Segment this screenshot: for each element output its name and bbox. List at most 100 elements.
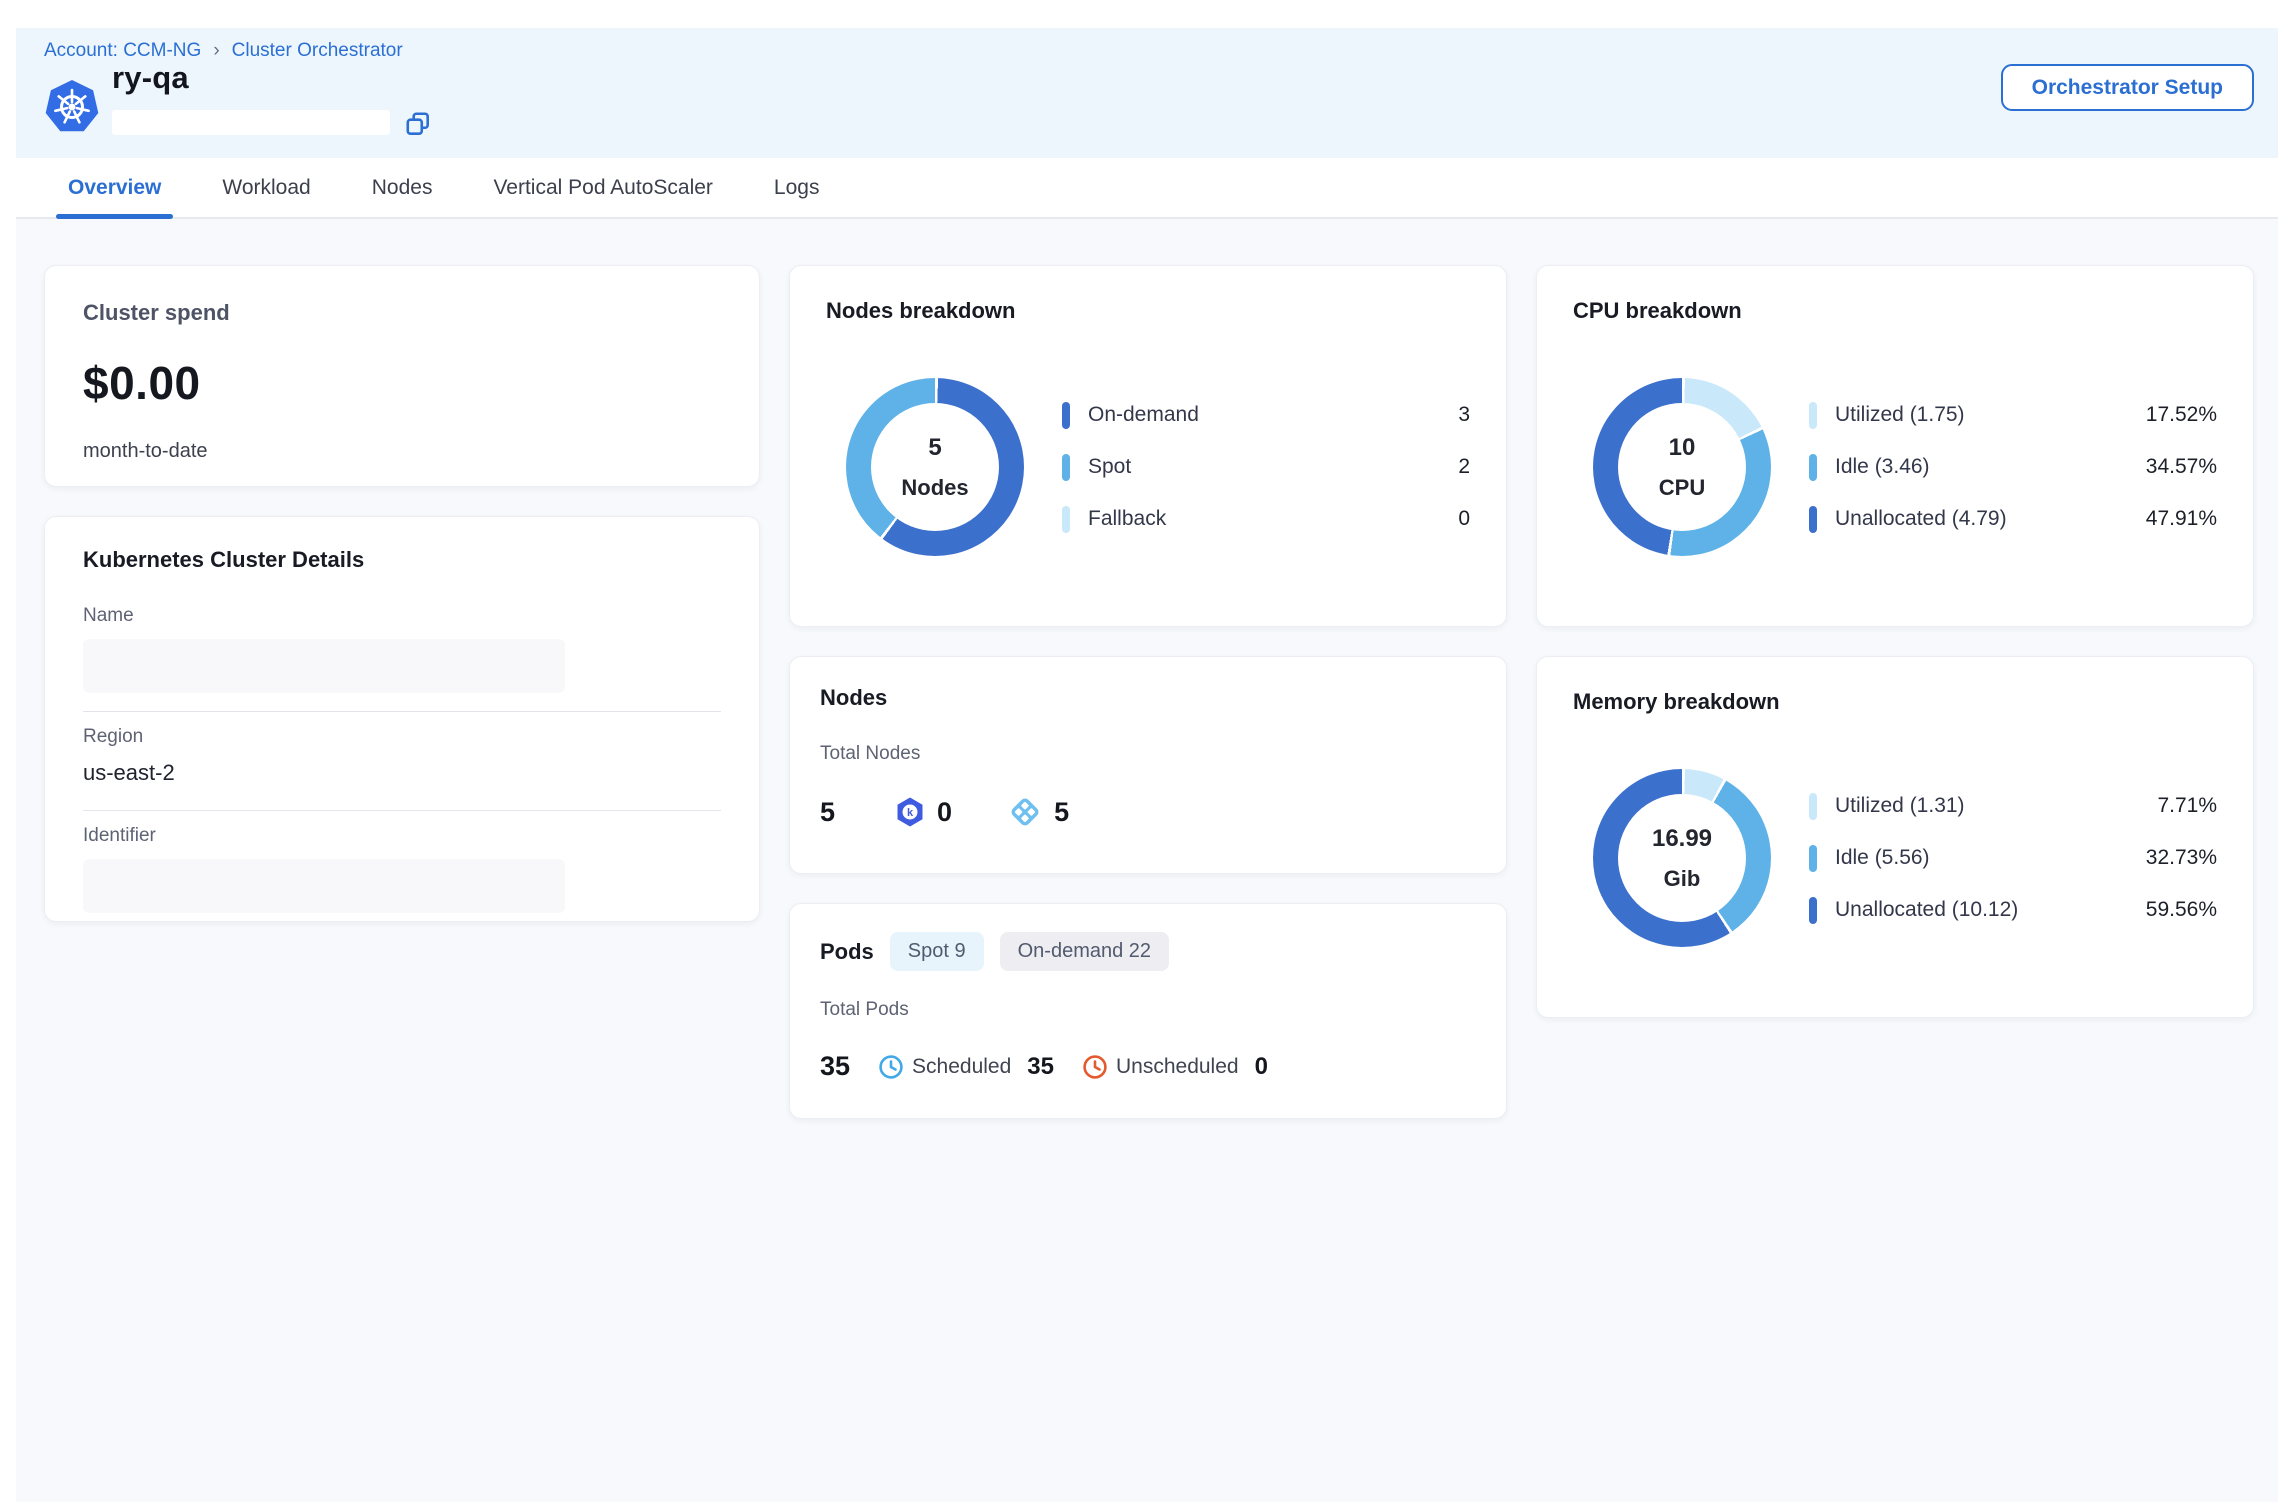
memory-idle-marker (1809, 845, 1817, 872)
scheduled-label: Scheduled (912, 1055, 1011, 1079)
memory-idle-value: 32.73% (2127, 846, 2217, 870)
legend-row: Idle (3.46) 34.57% (1809, 452, 2217, 482)
cluster-details-title: Kubernetes Cluster Details (83, 547, 721, 573)
memory-donut-chart: 16.99 Gib (1593, 769, 1771, 947)
spot-label: Spot (1088, 455, 1380, 479)
memory-donut-center-value: 16.99 (1652, 825, 1712, 853)
on-demand-pods-badge: On-demand 22 (1000, 932, 1169, 971)
fallback-marker (1062, 506, 1070, 533)
memory-breakdown-legend: Utilized (1.31) 7.71% Idle (5.56) 32.73%… (1809, 791, 2217, 925)
unscheduled-clock-icon (1082, 1054, 1108, 1080)
nodes-breakdown-legend: On-demand 3 Spot 2 Fallback 0 (1062, 400, 1470, 534)
tab-workload[interactable]: Workload (210, 158, 322, 217)
pods-card: Pods Spot 9 On-demand 22 Total Pods 35 S… (789, 903, 1507, 1119)
memory-unallocated-label: Unallocated (10.12) (1835, 898, 2127, 922)
memory-donut-center-label: Gib (1664, 866, 1701, 892)
breadcrumb: Account: CCM-NG › Cluster Orchestrator (44, 40, 403, 62)
cpu-breakdown-legend: Utilized (1.75) 17.52% Idle (3.46) 34.57… (1809, 400, 2217, 534)
divider (83, 711, 721, 712)
cpu-breakdown-card: CPU breakdown 10 CPU Utilized (1.75) 17.… (1536, 265, 2254, 627)
legend-row: On-demand 3 (1062, 400, 1470, 430)
cpu-idle-marker (1809, 454, 1817, 481)
unscheduled-label: Unscheduled (1116, 1055, 1239, 1079)
pool-nodes-value: 5 (1054, 797, 1069, 828)
nodes-donut-center-label: Nodes (901, 475, 968, 501)
page-title: ry-qa (112, 60, 189, 96)
identifier-value-redacted (83, 859, 565, 913)
svg-text:k: k (907, 807, 914, 819)
on-demand-value: 3 (1380, 403, 1470, 427)
cpu-unallocated-marker (1809, 506, 1817, 533)
cluster-details-card: Kubernetes Cluster Details Name Region u… (44, 516, 760, 922)
memory-breakdown-card: Memory breakdown 16.99 Gib Utilized (1.3… (1536, 656, 2254, 1018)
memory-idle-label: Idle (5.56) (1835, 846, 2127, 870)
cpu-idle-value: 34.57% (2127, 455, 2217, 479)
memory-utilized-value: 7.71% (2127, 794, 2217, 818)
tab-vertical-pod-autoscaler[interactable]: Vertical Pod AutoScaler (481, 158, 724, 217)
copy-icon[interactable] (404, 110, 432, 138)
total-nodes-value: 5 (820, 797, 835, 828)
legend-row: Utilized (1.75) 17.52% (1809, 400, 2217, 430)
memory-breakdown-title: Memory breakdown (1573, 689, 2217, 715)
total-pods-value: 35 (820, 1051, 850, 1082)
name-value-redacted (83, 639, 565, 693)
memory-unallocated-value: 59.56% (2127, 898, 2217, 922)
kubernetes-logo-icon (44, 78, 100, 136)
cpu-utilized-marker (1809, 402, 1817, 429)
breadcrumb-separator-icon: › (213, 40, 219, 62)
cpu-unallocated-value: 47.91% (2127, 507, 2217, 531)
karpenter-icon: k (895, 796, 925, 828)
tab-nodes[interactable]: Nodes (360, 158, 445, 217)
cluster-spend-title: Cluster spend (83, 300, 721, 326)
cpu-donut-center-value: 10 (1669, 434, 1696, 462)
breadcrumb-current-link[interactable]: Cluster Orchestrator (232, 40, 403, 62)
node-pool-icon (1008, 795, 1042, 829)
cpu-utilized-value: 17.52% (2127, 403, 2217, 427)
cpu-unallocated-label: Unallocated (4.79) (1835, 507, 2127, 531)
total-pods-label: Total Pods (820, 999, 1476, 1021)
divider (83, 810, 721, 811)
legend-row: Fallback 0 (1062, 504, 1470, 534)
name-label: Name (83, 605, 721, 627)
nodes-breakdown-card: Nodes breakdown 5 Nodes On-demand 3 (789, 265, 1507, 627)
unscheduled-value: 0 (1255, 1053, 1268, 1081)
fallback-label: Fallback (1088, 507, 1380, 531)
cluster-spend-amount: $0.00 (83, 356, 721, 410)
overview-content: Cluster spend $0.00 month-to-date Kubern… (16, 219, 2278, 1502)
cpu-donut-chart: 10 CPU (1593, 378, 1771, 556)
cpu-donut-center-label: CPU (1659, 475, 1705, 501)
nodes-summary-title: Nodes (820, 685, 1476, 711)
region-label: Region (83, 726, 721, 748)
tab-bar: Overview Workload Nodes Vertical Pod Aut… (16, 158, 2278, 219)
scheduled-value: 35 (1027, 1053, 1054, 1081)
spot-value: 2 (1380, 455, 1470, 479)
fallback-value: 0 (1380, 507, 1470, 531)
tab-logs[interactable]: Logs (762, 158, 832, 217)
nodes-donut-chart: 5 Nodes (846, 378, 1024, 556)
memory-utilized-label: Utilized (1.31) (1835, 794, 2127, 818)
breadcrumb-account-link[interactable]: Account: CCM-NG (44, 40, 201, 62)
tab-overview[interactable]: Overview (56, 158, 173, 217)
memory-utilized-marker (1809, 793, 1817, 820)
karpenter-nodes-value: 0 (937, 797, 952, 828)
legend-row: Spot 2 (1062, 452, 1470, 482)
region-value: us-east-2 (83, 760, 721, 786)
orchestrator-setup-button[interactable]: Orchestrator Setup (2001, 64, 2254, 111)
cluster-spend-card: Cluster spend $0.00 month-to-date (44, 265, 760, 487)
nodes-breakdown-title: Nodes breakdown (826, 298, 1470, 324)
spot-pods-badge: Spot 9 (890, 932, 984, 971)
cluster-spend-caption: month-to-date (83, 440, 721, 463)
memory-unallocated-marker (1809, 897, 1817, 924)
cpu-breakdown-title: CPU breakdown (1573, 298, 2217, 324)
nodes-donut-center-value: 5 (928, 434, 941, 462)
nodes-summary-card: Nodes Total Nodes 5 k 0 (789, 656, 1507, 874)
pods-title: Pods (820, 939, 874, 965)
total-nodes-label: Total Nodes (820, 743, 1476, 765)
legend-row: Unallocated (10.12) 59.56% (1809, 895, 2217, 925)
legend-row: Idle (5.56) 32.73% (1809, 843, 2217, 873)
spot-marker (1062, 454, 1070, 481)
on-demand-marker (1062, 402, 1070, 429)
legend-row: Unallocated (4.79) 47.91% (1809, 504, 2217, 534)
cpu-utilized-label: Utilized (1.75) (1835, 403, 2127, 427)
on-demand-label: On-demand (1088, 403, 1380, 427)
